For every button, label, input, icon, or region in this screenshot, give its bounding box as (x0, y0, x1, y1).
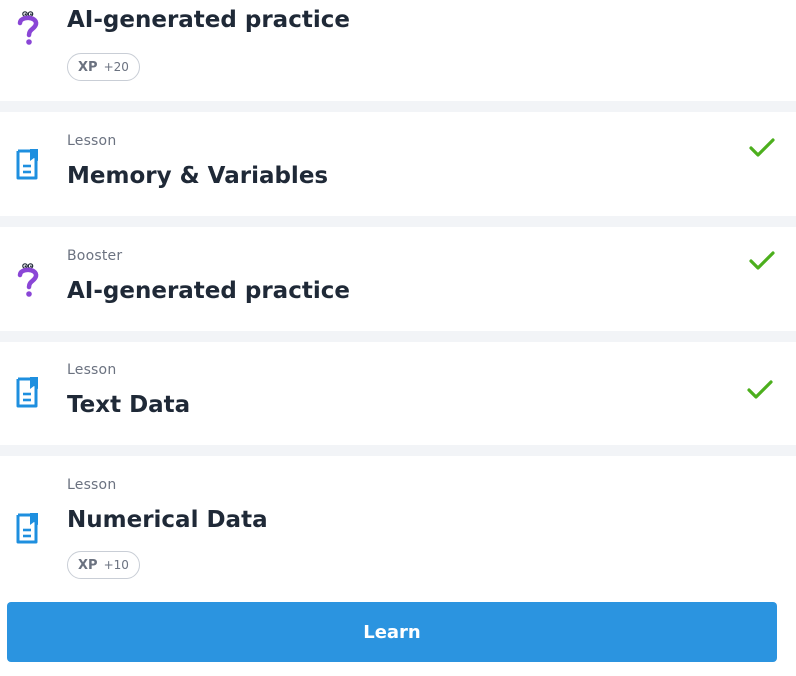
path-item-title: Text Data (67, 392, 191, 418)
booster-question-icon (14, 262, 42, 298)
xp-badge: XP +10 (67, 551, 140, 579)
xp-value: +10 (103, 558, 129, 572)
lesson-document-icon (14, 376, 42, 412)
lesson-document-icon (14, 512, 42, 548)
path-item-type: Lesson (67, 133, 117, 149)
lesson-document-icon (14, 148, 42, 184)
xp-value: +20 (103, 60, 129, 74)
xp-label: XP (78, 59, 98, 75)
path-item-title: AI-generated practice (67, 278, 350, 304)
path-item-lesson-text-data[interactable]: Lesson Text Data (0, 342, 796, 445)
path-item-booster-1[interactable]: AI-generated practice XP +20 (0, 0, 796, 101)
check-icon (746, 378, 774, 402)
path-item-booster-2[interactable]: Booster AI-generated practice (0, 227, 796, 331)
path-item-title: Memory & Variables (67, 163, 329, 189)
path-item-lesson-memory-variables[interactable]: Lesson Memory & Variables (0, 112, 796, 216)
check-icon (748, 136, 776, 160)
learn-button[interactable]: Learn (7, 602, 777, 662)
path-item-title: Numerical Data (67, 507, 268, 533)
booster-question-icon (14, 10, 42, 46)
path-item-type: Lesson (67, 477, 117, 493)
path-item-type: Booster (67, 248, 123, 264)
xp-label: XP (78, 557, 98, 573)
check-icon (748, 249, 776, 273)
course-path-page: AI-generated practice XP +20 Lesson Memo… (0, 0, 796, 676)
path-item-type: Lesson (67, 362, 117, 378)
xp-badge: XP +20 (67, 53, 140, 81)
path-item-title: AI-generated practice (67, 7, 350, 33)
